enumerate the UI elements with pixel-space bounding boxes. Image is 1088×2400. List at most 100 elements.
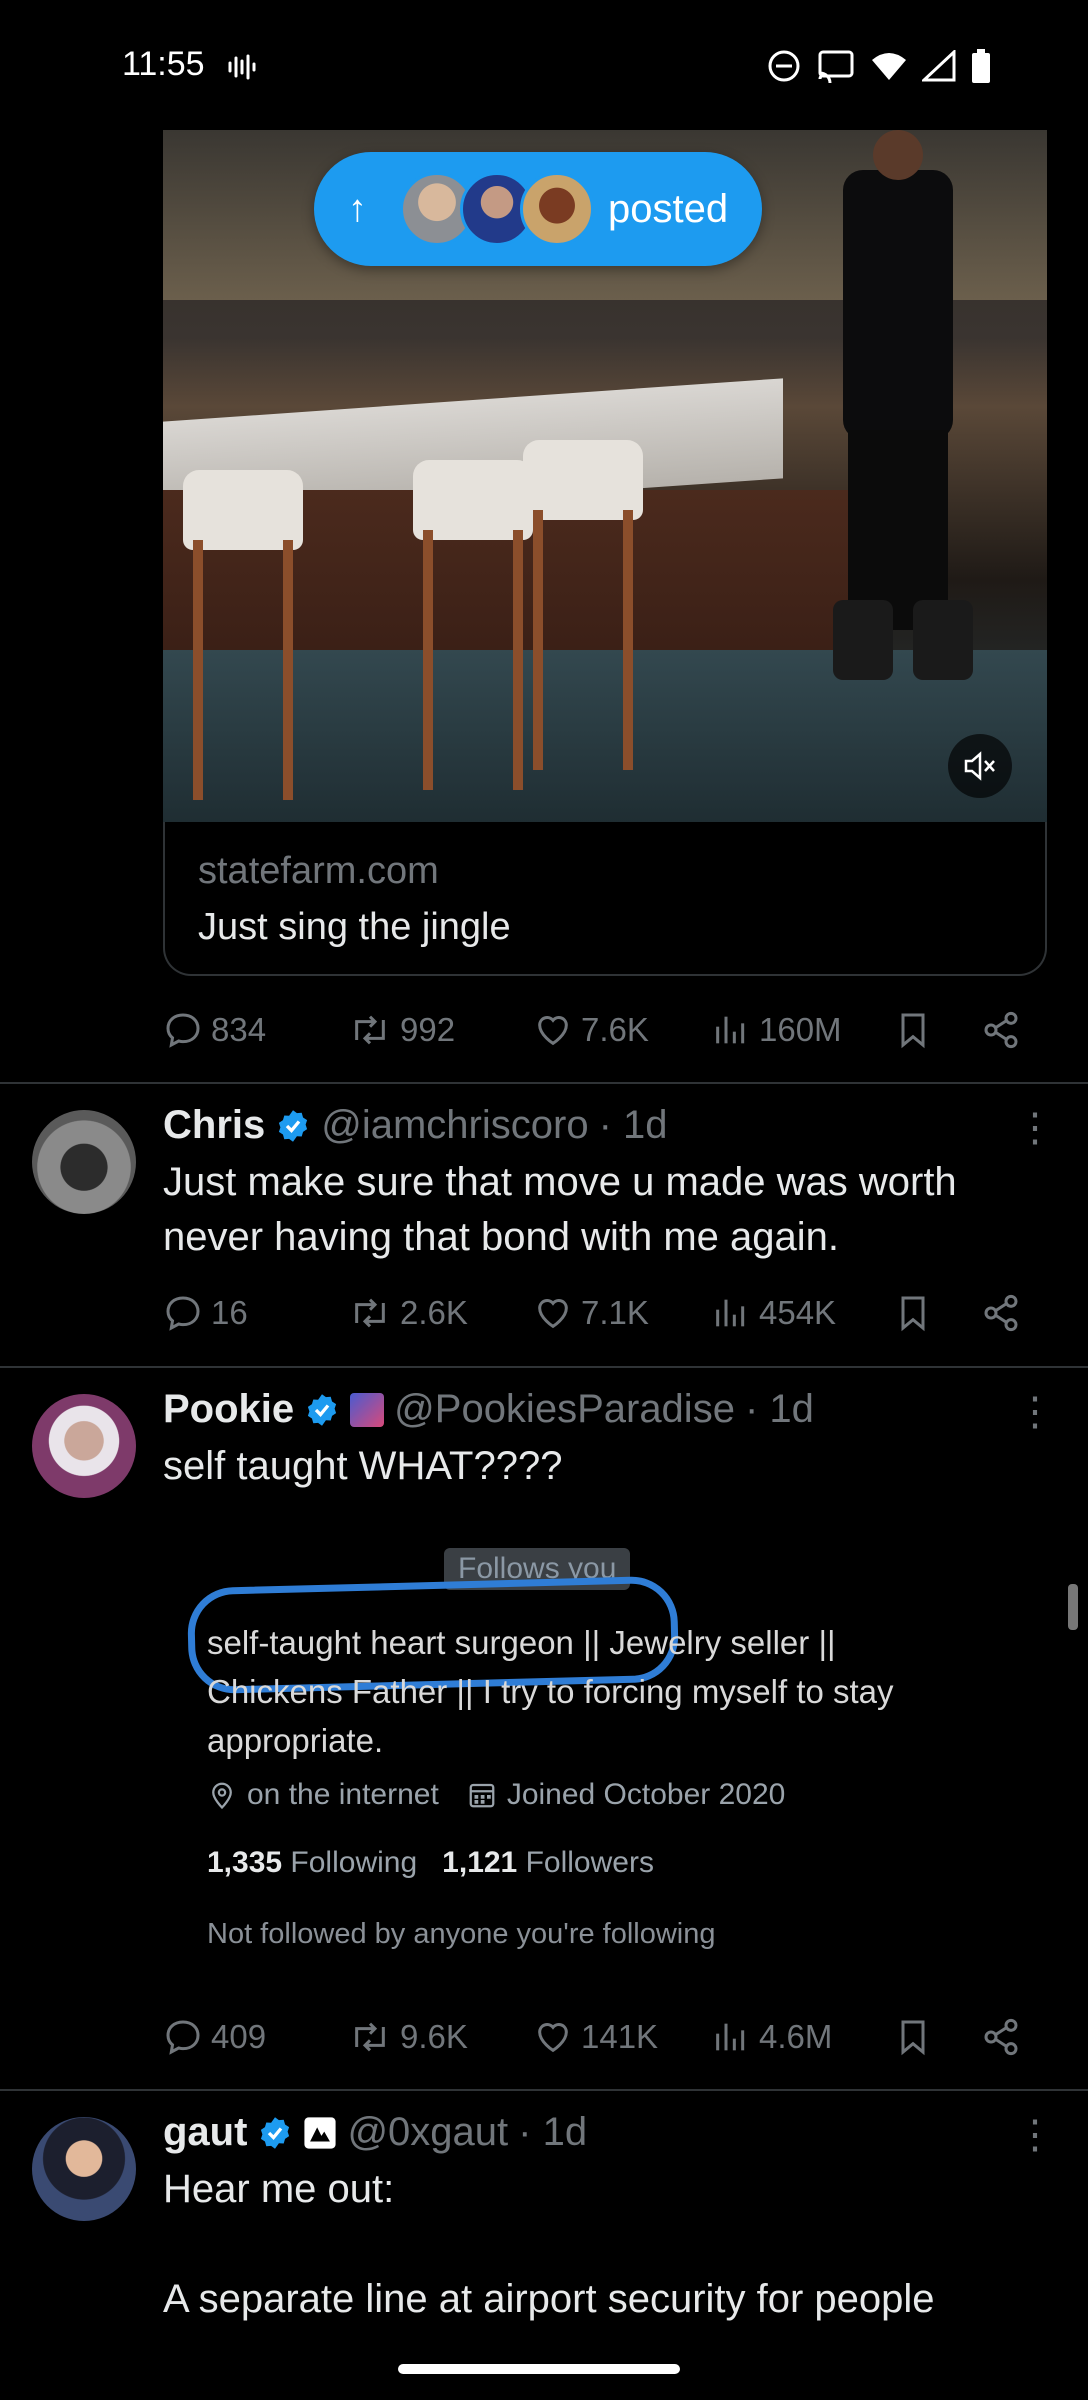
views-button[interactable]: 160M	[711, 1010, 842, 1050]
profile-counts: 1,335 Following 1,121 Followers	[207, 1846, 654, 1880]
share-icon	[984, 1294, 1018, 1332]
bio-text: Jewelry seller ||	[600, 1624, 836, 1661]
posted-label: posted	[608, 186, 729, 231]
bookmark-button[interactable]	[893, 1010, 933, 1050]
repost-count: 2.6K	[400, 1294, 468, 1331]
more-options-icon[interactable]: ⋮	[1015, 2115, 1055, 2155]
reply-button[interactable]: 834	[163, 1010, 266, 1050]
reply-icon	[166, 2020, 200, 2055]
following-label: Following	[290, 1846, 418, 1879]
avatar[interactable]	[32, 1394, 136, 1498]
location-icon	[212, 1782, 232, 1810]
heart-icon	[538, 2023, 568, 2053]
cast-icon	[818, 50, 854, 83]
reply-count: 834	[211, 1011, 267, 1048]
mute-button[interactable]	[948, 734, 1012, 798]
tweet-header: Chris @iamchriscoro · 1d	[163, 1103, 668, 1148]
handle[interactable]: @PookiesParadise	[394, 1387, 735, 1432]
views-icon	[716, 1299, 745, 1327]
status-icons	[766, 48, 992, 84]
more-options-icon[interactable]: ⋮	[1015, 1392, 1055, 1432]
profile-bio: self-taught heart surgeon || Jewelry sel…	[207, 1618, 1007, 1765]
tweet-actions: 16 2.6K 7.1K 454K	[163, 1283, 1023, 1343]
reply-icon	[166, 1013, 200, 1048]
tweet-text: Just make sure that move u made was wort…	[163, 1155, 957, 1265]
battery-icon	[972, 49, 990, 83]
reply-icon	[166, 1296, 200, 1331]
verified-badge-icon	[261, 2116, 290, 2149]
affiliate-badge-icon	[304, 2116, 337, 2149]
repost-count: 992	[400, 1011, 456, 1048]
like-count: 7.1K	[581, 1294, 649, 1331]
divider	[0, 2089, 1088, 2091]
scrollbar[interactable]	[1068, 1584, 1078, 1630]
heart-icon	[538, 1299, 568, 1329]
home-indicator[interactable]	[398, 2364, 680, 2374]
tweet-text-line: never having that bond with me again.	[163, 1215, 839, 1259]
followers-count: 1,121	[442, 1846, 518, 1879]
share-button[interactable]	[981, 2017, 1021, 2057]
tweet-text-line: Hear me out:	[163, 2167, 395, 2211]
status-bar: 11:55	[0, 0, 1088, 130]
wifi-icon	[872, 53, 906, 80]
tweet-actions: 834 992 7.6K 160M	[163, 1000, 1023, 1060]
display-name[interactable]: Pookie	[163, 1387, 294, 1432]
link-card[interactable]: statefarm.com Just sing the jingle	[163, 822, 1047, 976]
bookmark-button[interactable]	[893, 1293, 933, 1333]
performer-figure	[803, 130, 993, 690]
reply-count: 16	[211, 1294, 248, 1331]
tweet-text: self taught WHAT????	[163, 1444, 563, 1488]
timestamp[interactable]: · 1d	[599, 1103, 668, 1148]
share-button[interactable]	[981, 1293, 1021, 1333]
repost-button[interactable]: 2.6K	[348, 1293, 468, 1333]
timestamp[interactable]: · 1d	[745, 1387, 814, 1432]
repost-button[interactable]: 992	[348, 1010, 455, 1050]
display-name[interactable]: Chris	[163, 1103, 265, 1148]
views-icon	[716, 1016, 745, 1044]
affiliate-badge-icon[interactable]	[350, 1392, 385, 1427]
display-name[interactable]: gaut	[163, 2110, 247, 2155]
like-count: 141K	[581, 2018, 659, 2055]
repost-button[interactable]: 9.6K	[348, 2017, 468, 2057]
share-icon	[984, 1011, 1018, 1049]
bar-stool	[413, 460, 533, 790]
tweet-text-line: A separate line at airport security for …	[163, 2277, 935, 2321]
views-icon	[716, 2023, 745, 2051]
bookmark-icon	[901, 1296, 925, 1332]
avatar	[520, 172, 594, 246]
divider	[0, 1366, 1088, 1368]
repost-icon	[355, 2022, 385, 2052]
new-posts-pill[interactable]: ↑ posted	[314, 152, 762, 266]
avatar[interactable]	[32, 2117, 136, 2221]
like-button[interactable]: 7.6K	[533, 1010, 649, 1050]
repost-count: 9.6K	[400, 2018, 468, 2055]
view-count: 454K	[759, 1294, 837, 1331]
timestamp[interactable]: · 1d	[518, 2110, 587, 2155]
verified-badge-icon	[279, 1109, 308, 1142]
view-count: 4.6M	[759, 2018, 833, 2055]
share-icon	[984, 2018, 1018, 2056]
views-button[interactable]: 454K	[711, 1293, 836, 1333]
tweet-text: Hear me out: A separate line at airport …	[163, 2162, 935, 2327]
like-button[interactable]: 7.1K	[533, 1293, 649, 1333]
calendar-icon	[469, 1783, 495, 1808]
bar-stool	[183, 470, 303, 800]
reply-button[interactable]: 16	[163, 1293, 248, 1333]
bookmark-button[interactable]	[893, 2017, 933, 2057]
views-button[interactable]: 4.6M	[711, 2017, 832, 2057]
avatar[interactable]	[32, 1110, 136, 1214]
reply-button[interactable]: 409	[163, 2017, 266, 2057]
sound-wave-icon	[226, 52, 256, 87]
tweet-header: gaut @0xgaut · 1d	[163, 2110, 587, 2155]
verified-badge-icon	[308, 1393, 337, 1426]
tweet-text-line: Just make sure that move u made was wort…	[163, 1160, 957, 1204]
arrow-up-icon: ↑	[348, 187, 367, 230]
handle[interactable]: @iamchriscoro	[321, 1103, 588, 1148]
divider	[0, 1082, 1088, 1084]
share-button[interactable]	[981, 1010, 1021, 1050]
bar-stool	[523, 440, 643, 770]
tweet-actions: 409 9.6K 141K 4.6M	[163, 2007, 1023, 2067]
more-options-icon[interactable]: ⋮	[1015, 1108, 1055, 1148]
handle[interactable]: @0xgaut	[347, 2110, 508, 2155]
like-button[interactable]: 141K	[533, 2017, 658, 2057]
